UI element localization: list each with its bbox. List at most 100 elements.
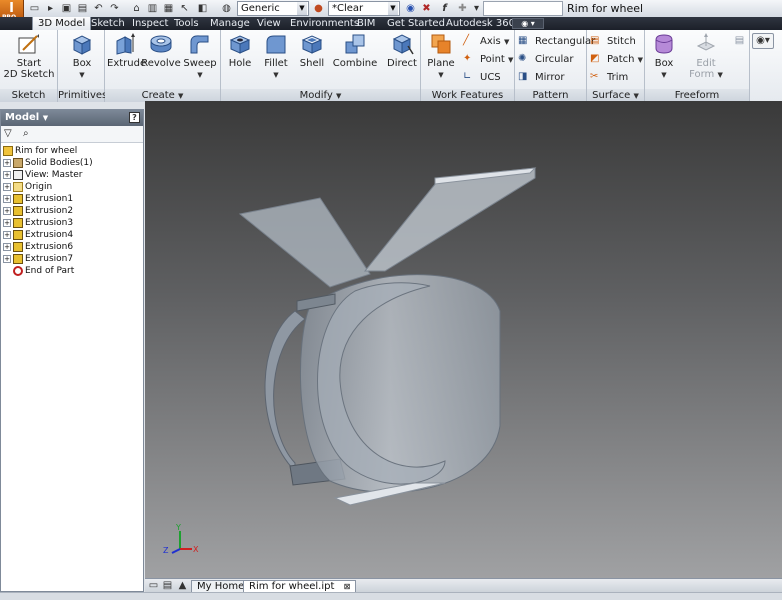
tree-item-extrusion2[interactable]: + Extrusion2 <box>3 205 73 217</box>
redo-icon[interactable]: ↷ <box>108 2 121 15</box>
save-icon[interactable]: ▣ <box>60 2 73 15</box>
clear-appearance-icon[interactable]: ◉ <box>404 2 417 15</box>
tree-item-extrusion7[interactable]: + Extrusion7 <box>3 253 73 265</box>
panel-pattern: ▦ Rectangular ✺ Circular ◨ Mirror Pattern <box>515 30 595 102</box>
hole-icon <box>229 35 251 54</box>
fillet-button[interactable]: Fillet ▼ <box>259 32 293 81</box>
tree-item-solid-bodies[interactable]: + Solid Bodies(1) <box>3 157 93 169</box>
start-2d-sketch-button[interactable]: Start 2D Sketch <box>2 32 56 80</box>
help-icon[interactable]: ? <box>129 112 140 123</box>
tree-item-extrusion4[interactable]: + Extrusion4 <box>3 229 73 241</box>
tab-tools[interactable]: Tools <box>169 17 204 30</box>
tab-autodesk-360[interactable]: Autodesk 360 <box>441 17 520 30</box>
tab-sketch[interactable]: Sketch <box>86 17 130 30</box>
freeform-box-button[interactable]: Box ▼ <box>647 32 681 81</box>
expand-icon[interactable]: + <box>3 242 11 251</box>
box-primitive-button[interactable]: Box ▼ <box>62 32 102 81</box>
combine-button[interactable]: Combine <box>331 32 379 69</box>
edit-form-button[interactable]: Edit Form ▼ <box>687 32 725 81</box>
home-icon[interactable]: ⌂ <box>130 2 143 15</box>
tree-item-extrusion3[interactable]: + Extrusion3 <box>3 217 73 229</box>
tab-get-started[interactable]: Get Started <box>382 17 450 30</box>
patch-icon: ◩ <box>590 53 600 64</box>
tab-bim[interactable]: BIM <box>352 17 380 30</box>
extrusion-icon <box>13 217 23 228</box>
find-icon[interactable]: ⌕ <box>23 128 29 139</box>
project-icon[interactable]: ▤ <box>76 2 89 15</box>
tree-item-origin[interactable]: + Origin <box>3 181 52 193</box>
shell-button[interactable]: Shell <box>295 32 329 69</box>
tree-item-label: Solid Bodies(1) <box>25 158 93 168</box>
browser-header[interactable]: Model ▼ ? <box>1 110 143 126</box>
expand-icon[interactable]: + <box>3 182 11 191</box>
tree-item-view[interactable]: + View: Master <box>3 169 83 181</box>
panel-work-features: Plane ▼ ╱ Axis ▼ ✦ Point ▼ ∟ UCS Work Featu… <box>421 30 515 102</box>
direct-edit-icon <box>392 34 414 55</box>
expand-icon[interactable]: + <box>3 194 11 203</box>
ribbon-display-toggle[interactable]: ◉ ▾ <box>512 18 544 29</box>
tab-inspect[interactable]: Inspect <box>127 17 173 30</box>
trim-button[interactable]: ✂ Trim <box>590 70 628 85</box>
tree-item-end-of-part[interactable]: End of Part <box>13 265 74 277</box>
tree-item-part[interactable]: Rim for wheel <box>3 145 77 157</box>
help-search-input[interactable] <box>483 1 563 16</box>
open-icon[interactable]: ▸ <box>44 2 57 15</box>
appearance-icon[interactable]: ● <box>312 2 325 15</box>
update-icon[interactable]: ▥ <box>146 2 159 15</box>
expand-icon[interactable]: + <box>3 254 11 263</box>
rectangular-pattern-button[interactable]: ▦ Rectangular <box>518 34 595 49</box>
revolve-label: Revolve <box>141 58 181 69</box>
expand-icon[interactable]: + <box>3 158 11 167</box>
mirror-button[interactable]: ◨ Mirror <box>518 70 564 85</box>
expand-icon[interactable]: + <box>3 206 11 215</box>
stitch-button[interactable]: ▤ Stitch <box>590 34 636 49</box>
tree-item-extrusion6[interactable]: + Extrusion6 <box>3 241 73 253</box>
axis-button[interactable]: ╱ Axis ▼ <box>463 34 509 49</box>
expand-icon[interactable]: + <box>3 230 11 239</box>
rim-left-flange[interactable] <box>238 197 371 288</box>
hole-button[interactable]: Hole <box>223 32 257 69</box>
tab-view[interactable]: View <box>252 17 286 30</box>
tree-item-extrusion1[interactable]: + Extrusion1 <box>3 193 73 205</box>
scroll-up-icon[interactable]: ▲ <box>176 579 189 592</box>
chevron-down-icon: ▼ <box>503 38 510 46</box>
expand-icon[interactable]: + <box>3 170 11 179</box>
point-button[interactable]: ✦ Point ▼ <box>463 52 513 67</box>
ucs-button[interactable]: ∟ UCS <box>463 70 501 85</box>
plane-button[interactable]: Plane ▼ <box>423 32 459 81</box>
color-override-icon[interactable]: ◧ <box>196 2 209 15</box>
tree-item-label: View: Master <box>25 170 83 180</box>
freeform-options-icon[interactable]: ▤ <box>733 34 746 47</box>
clear-override-icon[interactable]: ✖ <box>420 2 433 15</box>
material-dropdown[interactable]: Generic ▼ <box>237 1 309 16</box>
eye-icon: ◉ ▾ <box>521 19 535 28</box>
tab-manage[interactable]: Manage <box>205 17 255 30</box>
select-icon[interactable]: ↖ <box>178 2 191 15</box>
new-file-icon[interactable]: ▭ <box>28 2 41 15</box>
cascade-icon[interactable]: ▤ <box>161 579 174 592</box>
rim-right-flange[interactable] <box>363 167 536 272</box>
patch-button[interactable]: ◩ Patch ▼ <box>590 52 643 67</box>
circular-pattern-button[interactable]: ✺ Circular <box>518 52 574 67</box>
rim-back-ring[interactable] <box>264 310 306 473</box>
tile-icon[interactable]: ▭ <box>147 579 160 592</box>
close-icon[interactable]: ⊠ <box>344 582 351 591</box>
direct-label: Direct <box>387 58 417 69</box>
parameters-icon[interactable]: f <box>438 2 451 15</box>
expand-icon[interactable]: + <box>3 218 11 227</box>
undo-icon[interactable]: ↶ <box>92 2 105 15</box>
sweep-button[interactable]: Sweep ▼ <box>181 32 219 81</box>
filter-icon[interactable]: ▽ <box>4 128 12 139</box>
customize-qat-icon[interactable]: ▾ <box>470 2 483 15</box>
revolve-button[interactable]: Revolve <box>141 32 181 69</box>
ribbon-minimize-button[interactable]: ◉▾ <box>752 33 774 49</box>
appearance-dropdown[interactable]: *Clear ▼ <box>328 1 400 16</box>
extrude-button[interactable]: Extrude <box>107 32 146 69</box>
chevron-down-icon: ▼ <box>178 92 184 100</box>
direct-edit-button[interactable]: Direct <box>385 32 419 69</box>
globe-icon[interactable]: ◍ <box>220 2 233 15</box>
tab-3d-model[interactable]: 3D Model <box>32 17 92 30</box>
graphics-window[interactable]: Y X Z <box>145 101 782 578</box>
print-icon[interactable]: ▦ <box>162 2 175 15</box>
add-icon[interactable]: ✚ <box>456 2 469 15</box>
